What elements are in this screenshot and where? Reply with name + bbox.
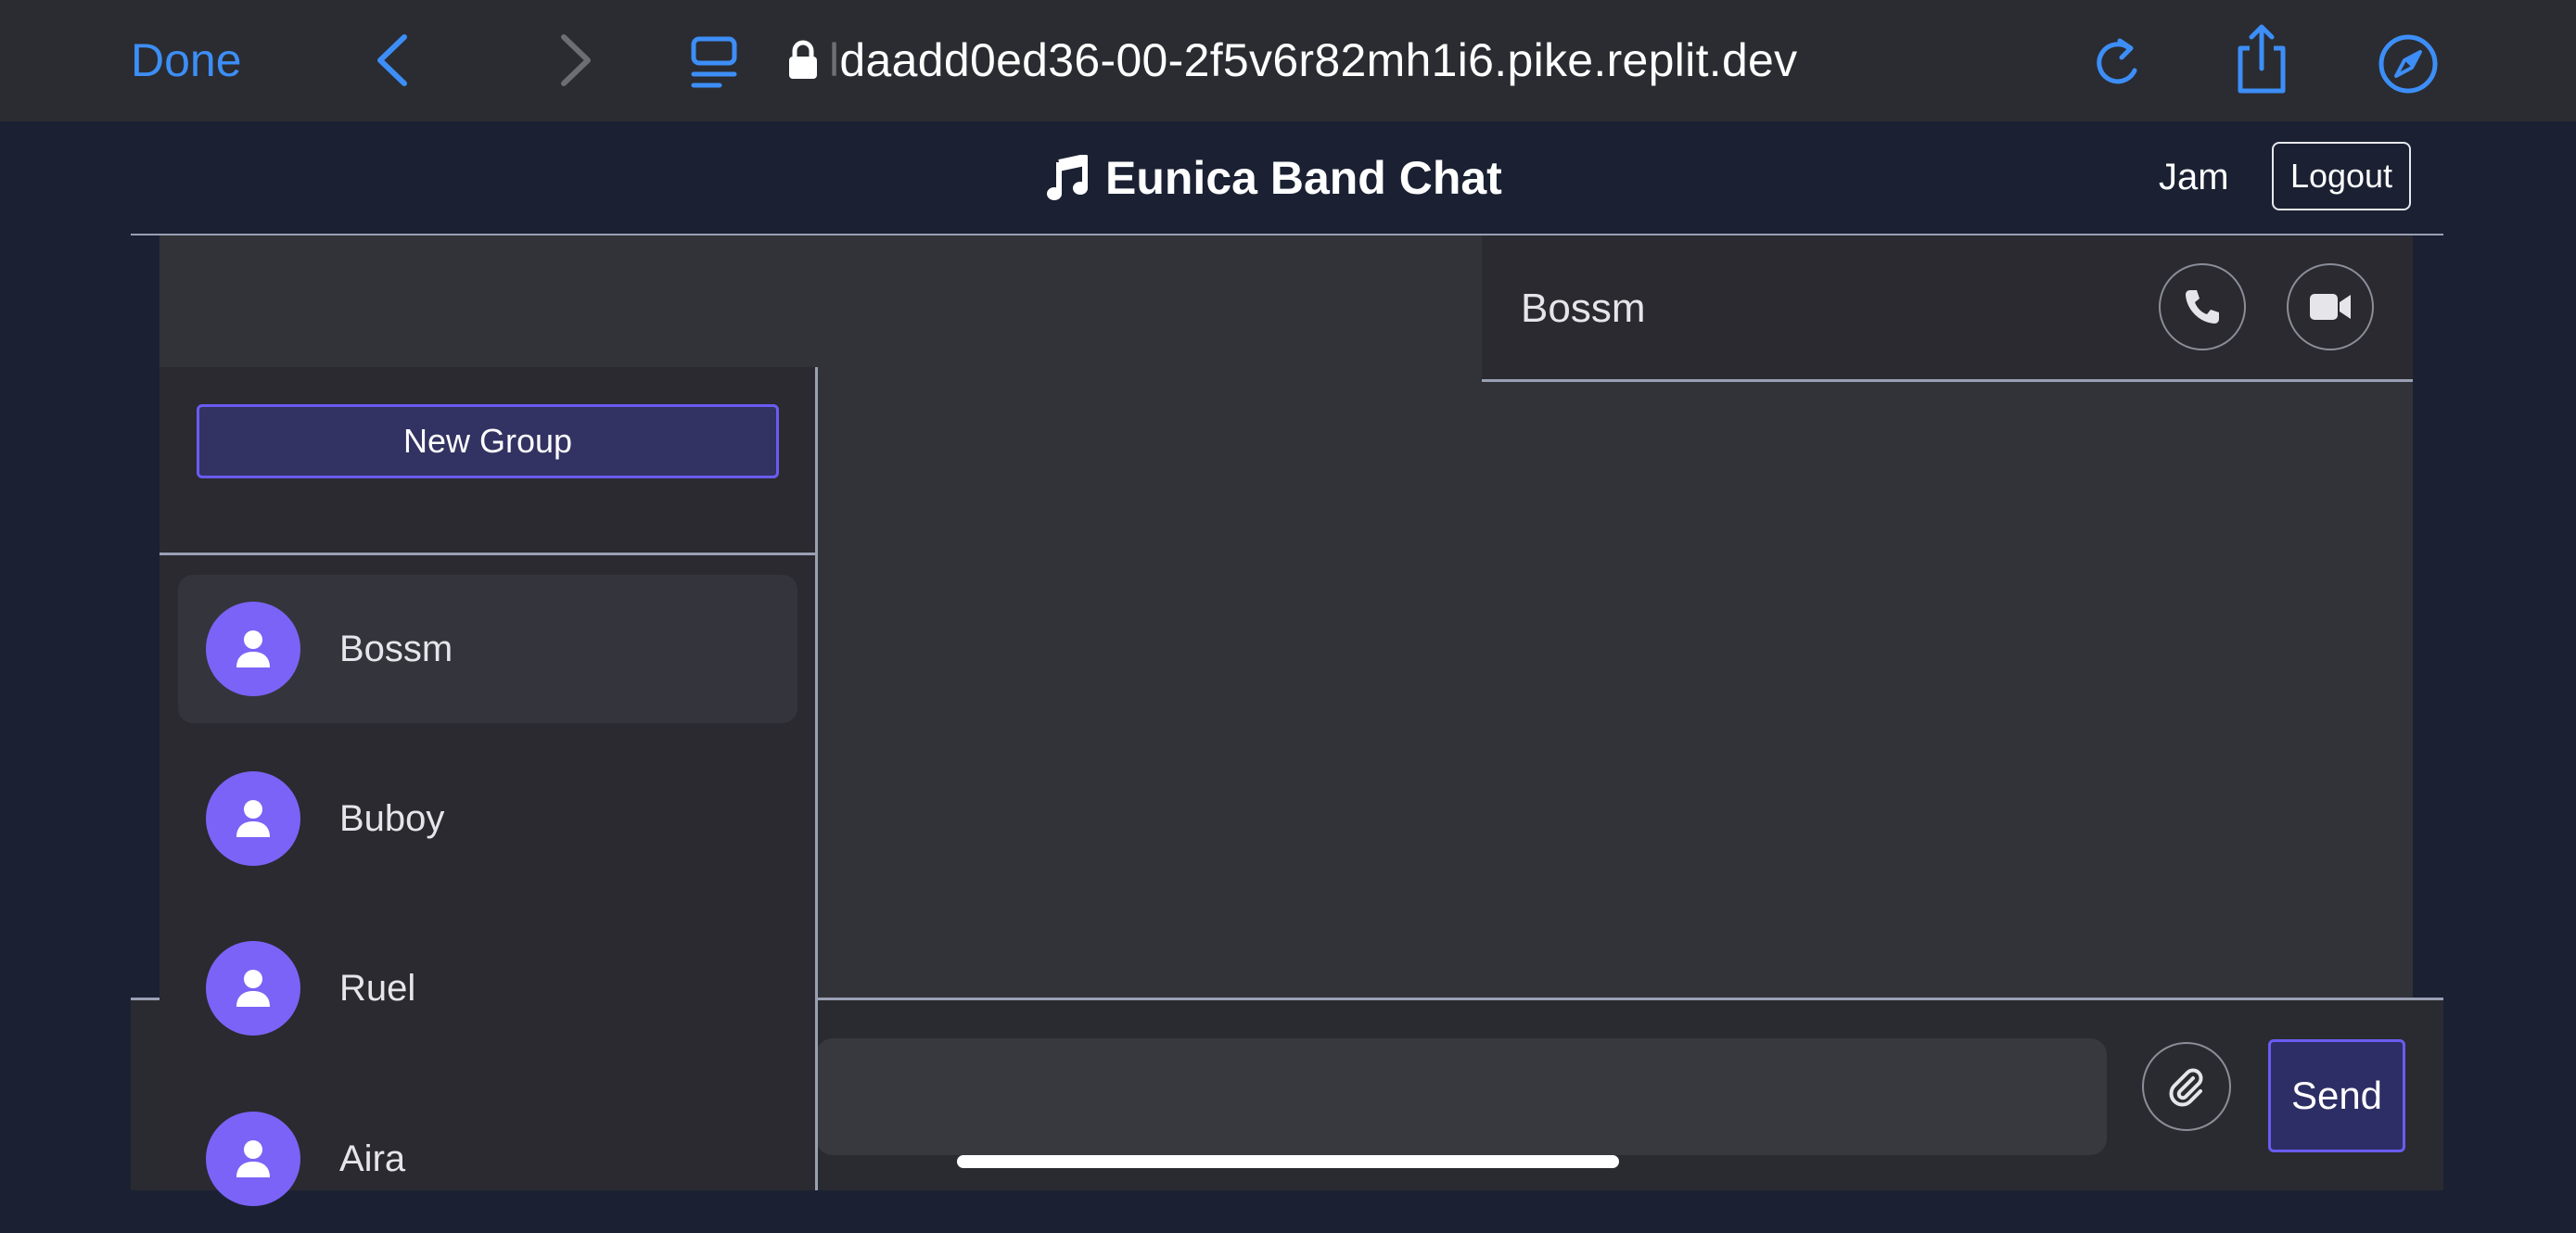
phone-icon bbox=[2186, 290, 2219, 324]
contact-item-bossm[interactable]: Bossm bbox=[178, 575, 797, 723]
done-button[interactable]: Done bbox=[131, 33, 242, 87]
forward-arrow-icon[interactable] bbox=[551, 32, 599, 89]
send-button[interactable]: Send bbox=[2268, 1039, 2405, 1152]
user-icon bbox=[236, 1140, 270, 1177]
user-icon bbox=[236, 800, 270, 837]
back-arrow-icon[interactable] bbox=[369, 32, 417, 89]
video-camera-icon bbox=[2310, 294, 2351, 320]
avatar bbox=[206, 602, 300, 696]
user-icon bbox=[236, 970, 270, 1007]
chat-partner-name: Bossm bbox=[1521, 286, 1646, 331]
avatar bbox=[206, 1112, 300, 1206]
share-icon[interactable] bbox=[2233, 22, 2290, 96]
url-text: ldaadd0ed36-00-2f5v6r82mh1i6.pike.replit… bbox=[829, 33, 1797, 87]
video-call-button[interactable] bbox=[2287, 263, 2374, 350]
url-faded-prefix: l bbox=[829, 34, 840, 86]
contact-name: Aira bbox=[339, 1138, 406, 1179]
chat-header: Bossm bbox=[1482, 235, 2413, 382]
contact-item-aira[interactable]: Aira bbox=[178, 1085, 797, 1233]
current-user-name: Jam bbox=[2159, 157, 2229, 197]
music-note-icon bbox=[1047, 155, 1088, 200]
lock-icon bbox=[789, 40, 817, 79]
contact-name: Ruel bbox=[339, 967, 416, 1009]
app-title-text: Eunica Band Chat bbox=[1105, 152, 1502, 204]
browser-toolbar: Done ldaadd0ed36-00-2f5v6r82mh1i6.pike.r… bbox=[0, 0, 2576, 121]
contact-name: Buboy bbox=[339, 797, 445, 839]
address-bar[interactable]: ldaadd0ed36-00-2f5v6r82mh1i6.pike.replit… bbox=[786, 26, 1797, 95]
home-indicator bbox=[957, 1155, 1619, 1168]
new-group-button[interactable]: New Group bbox=[197, 404, 779, 478]
app-header: Eunica Band Chat Jam Logout bbox=[0, 121, 2576, 235]
contact-item-ruel[interactable]: Ruel bbox=[178, 914, 797, 1062]
logout-button[interactable]: Logout bbox=[2272, 142, 2411, 210]
user-icon bbox=[236, 630, 270, 667]
attach-button[interactable] bbox=[2142, 1042, 2231, 1131]
compass-icon[interactable] bbox=[2378, 33, 2439, 95]
message-input[interactable] bbox=[816, 1038, 2107, 1155]
reader-tabs-icon[interactable] bbox=[688, 35, 740, 89]
avatar bbox=[206, 771, 300, 866]
app-title: Eunica Band Chat bbox=[1046, 146, 1502, 210]
contact-name: Bossm bbox=[339, 628, 453, 669]
contacts-sidebar: New Group Bossm Buboy Ruel Aira bbox=[159, 367, 818, 1206]
sidebar-divider bbox=[159, 553, 815, 555]
avatar bbox=[206, 941, 300, 1036]
voice-call-button[interactable] bbox=[2159, 263, 2246, 350]
paperclip-icon bbox=[2169, 1068, 2203, 1107]
url-main: daadd0ed36-00-2f5v6r82mh1i6.pike.replit.… bbox=[839, 34, 1798, 86]
contact-item-buboy[interactable]: Buboy bbox=[178, 744, 797, 893]
reload-icon[interactable] bbox=[2092, 33, 2148, 93]
